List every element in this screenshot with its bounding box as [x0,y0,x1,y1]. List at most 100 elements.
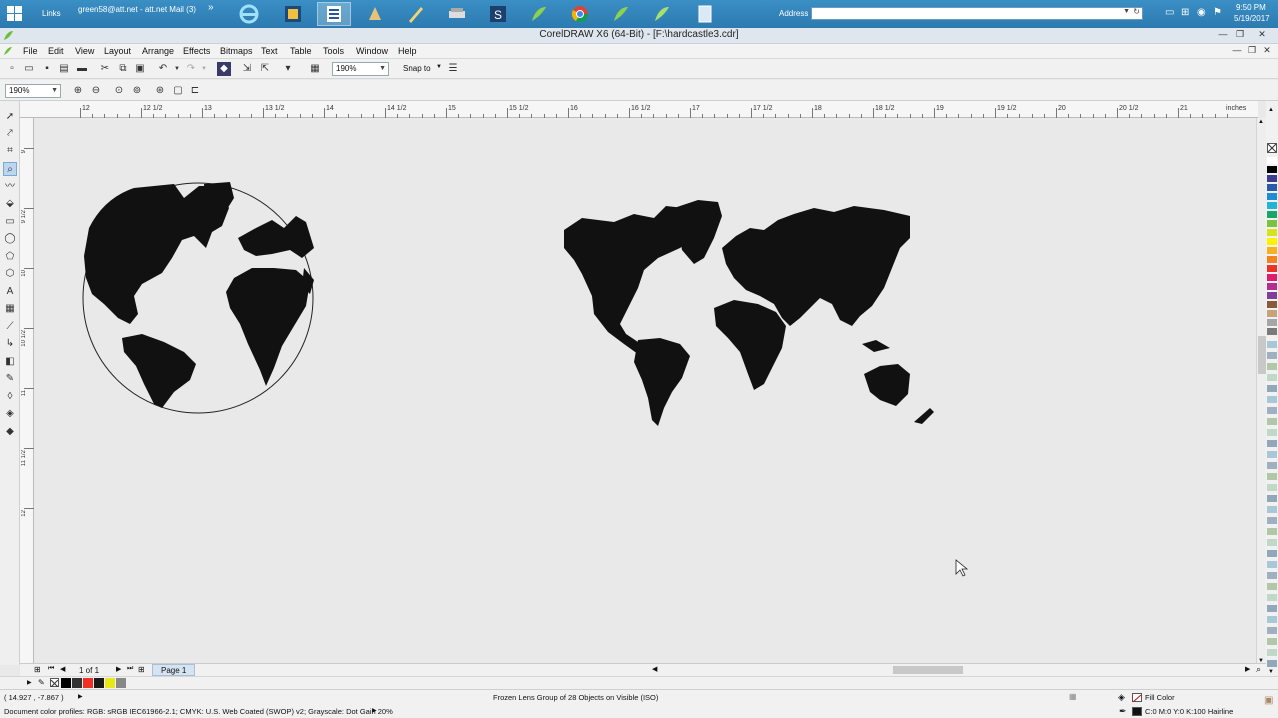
color-swatch[interactable] [1267,396,1277,403]
menu-layout[interactable]: Layout [104,46,131,56]
undo-icon[interactable]: ↶ [156,62,170,76]
first-page-icon[interactable]: ⏮ [48,665,54,673]
ellipse-tool-icon[interactable]: ◯ [3,232,17,246]
coreldraw-app-icon[interactable] [522,2,556,26]
zoom-selected-icon[interactable]: ⊙ [112,84,126,98]
color-swatch[interactable] [1267,517,1277,524]
clock-time[interactable]: 9:50 PM [1236,3,1266,12]
document-color-swatch[interactable] [61,678,71,688]
options-icon[interactable]: ☰ [446,62,460,76]
color-swatch[interactable] [1267,385,1277,392]
zoom-corner-icon[interactable]: ⌕ [1256,664,1261,675]
refresh-icon[interactable]: ↻ [1133,7,1140,16]
color-swatch[interactable] [1267,462,1277,469]
world-map-graphic[interactable] [564,200,934,426]
chrome-app-icon[interactable] [563,2,597,26]
corel-photo-app-icon[interactable] [645,2,679,26]
tray-network-icon[interactable]: ▭ [1165,7,1174,18]
palette-scroll-up-icon[interactable]: ▲ [1268,107,1274,113]
dropdown-arrow-icon[interactable]: ▼ [1123,8,1130,15]
tray-monitor-icon[interactable]: ⊞ [1181,7,1189,18]
docpal-no-color-swatch[interactable] [50,678,59,688]
color-swatch[interactable] [1267,550,1277,557]
doc-minimize-button[interactable]: — [1230,45,1244,57]
minimize-button[interactable]: — [1216,29,1230,41]
color-swatch[interactable] [1267,660,1277,667]
color-profiles[interactable]: Document color profiles: RGB: sRGB IEC61… [4,707,393,716]
rectangle-tool-icon[interactable]: ▭ [3,215,17,229]
clock-date[interactable]: 5/19/2017 [1234,14,1270,23]
vertical-scrollbar[interactable]: ▲ ▼ [1256,118,1266,665]
table-tool-icon[interactable]: ▦ [3,302,17,316]
menu-bitmaps[interactable]: Bitmaps [220,46,253,56]
color-swatch[interactable] [1267,301,1277,308]
menu-tools[interactable]: Tools [323,46,344,56]
color-swatch[interactable] [1267,229,1277,236]
document-color-swatch[interactable] [116,678,126,688]
open-folder-icon[interactable]: ▭ [22,62,36,76]
color-swatch[interactable] [1267,572,1277,579]
export-file-icon[interactable]: ⇱ [258,62,272,76]
last-page-icon[interactable]: ⏭ [127,665,133,673]
add-page-after-icon[interactable]: ⊞ [138,665,145,674]
palette-scroll-down-icon[interactable]: ▼ [1268,669,1274,675]
color-swatch[interactable] [1267,220,1277,227]
color-swatch[interactable] [1267,638,1277,645]
menu-view[interactable]: View [75,46,94,56]
color-swatch[interactable] [1267,528,1277,535]
doc-restore-button[interactable]: ❐ [1245,45,1259,57]
color-swatch[interactable] [1267,616,1277,623]
document-color-swatch[interactable] [83,678,93,688]
crop-tool-icon[interactable]: ⌗ [3,144,17,158]
snap-to-button[interactable]: Snap to [403,64,431,73]
color-swatch[interactable] [1267,256,1277,263]
word-app-icon[interactable] [317,2,351,26]
polygon-tool-icon[interactable]: ⬠ [3,250,17,264]
zoom-in-icon[interactable]: ⊕ [71,84,85,98]
color-swatch[interactable] [1267,506,1277,513]
redo-icon[interactable]: ↷ [184,62,198,76]
smart-fill-tool-icon[interactable]: ⬙ [3,197,17,211]
color-swatch[interactable] [1267,583,1277,590]
color-swatch[interactable] [1267,184,1277,191]
color-swatch[interactable] [1267,374,1277,381]
color-swatch[interactable] [1267,418,1277,425]
menu-table[interactable]: Table [290,46,312,56]
s-app-icon[interactable]: S [481,2,515,26]
zoom-out-icon[interactable]: ⊖ [89,84,103,98]
links-label[interactable]: Links [42,9,61,18]
color-swatch[interactable] [1267,440,1277,447]
zoom-width-icon[interactable]: ▢ [171,84,185,98]
color-swatch[interactable] [1267,202,1277,209]
doc-close-button[interactable]: ✕ [1260,45,1274,57]
color-swatch[interactable] [1267,283,1277,290]
text-tool-icon[interactable]: A [3,285,17,299]
mail-link[interactable]: green58@att.net - att.net Mail (3) [78,5,196,14]
address-input[interactable]: ▼ ↻ [811,7,1143,20]
menu-file[interactable]: File [23,46,38,56]
vertical-scroll-thumb[interactable] [1258,336,1266,374]
color-swatch[interactable] [1267,495,1277,502]
menu-help[interactable]: Help [398,46,417,56]
color-swatch[interactable] [1267,473,1277,480]
scroll-up-icon[interactable]: ▲ [1258,119,1264,125]
color-swatch[interactable] [1267,211,1277,218]
undo-dropdown-icon[interactable]: ▼ [170,62,184,76]
app-menu-icon[interactable] [3,46,13,56]
add-page-before-icon[interactable]: ⊞ [34,665,41,674]
menu-arrange[interactable]: Arrange [142,46,174,56]
color-swatch[interactable] [1267,484,1277,491]
save-icon[interactable]: ▪ [40,62,54,76]
scroll-right-icon[interactable]: ▶ [1245,665,1250,673]
page-tab[interactable]: Page 1 [152,664,196,676]
prev-page-icon[interactable]: ◀ [60,665,65,673]
menu-text[interactable]: Text [261,46,278,56]
pen-tool-app-icon[interactable] [399,2,433,26]
dimension-tool-icon[interactable]: ⟋ [3,320,17,334]
scroll-left-icon[interactable]: ◀ [652,665,657,673]
document-app-icon[interactable] [688,2,722,26]
eyedropper-tool-icon[interactable]: ✎ [3,372,17,386]
search-content-icon[interactable]: ◆ [217,62,231,76]
document-color-swatch[interactable] [105,678,115,688]
color-swatch[interactable] [1267,175,1277,182]
